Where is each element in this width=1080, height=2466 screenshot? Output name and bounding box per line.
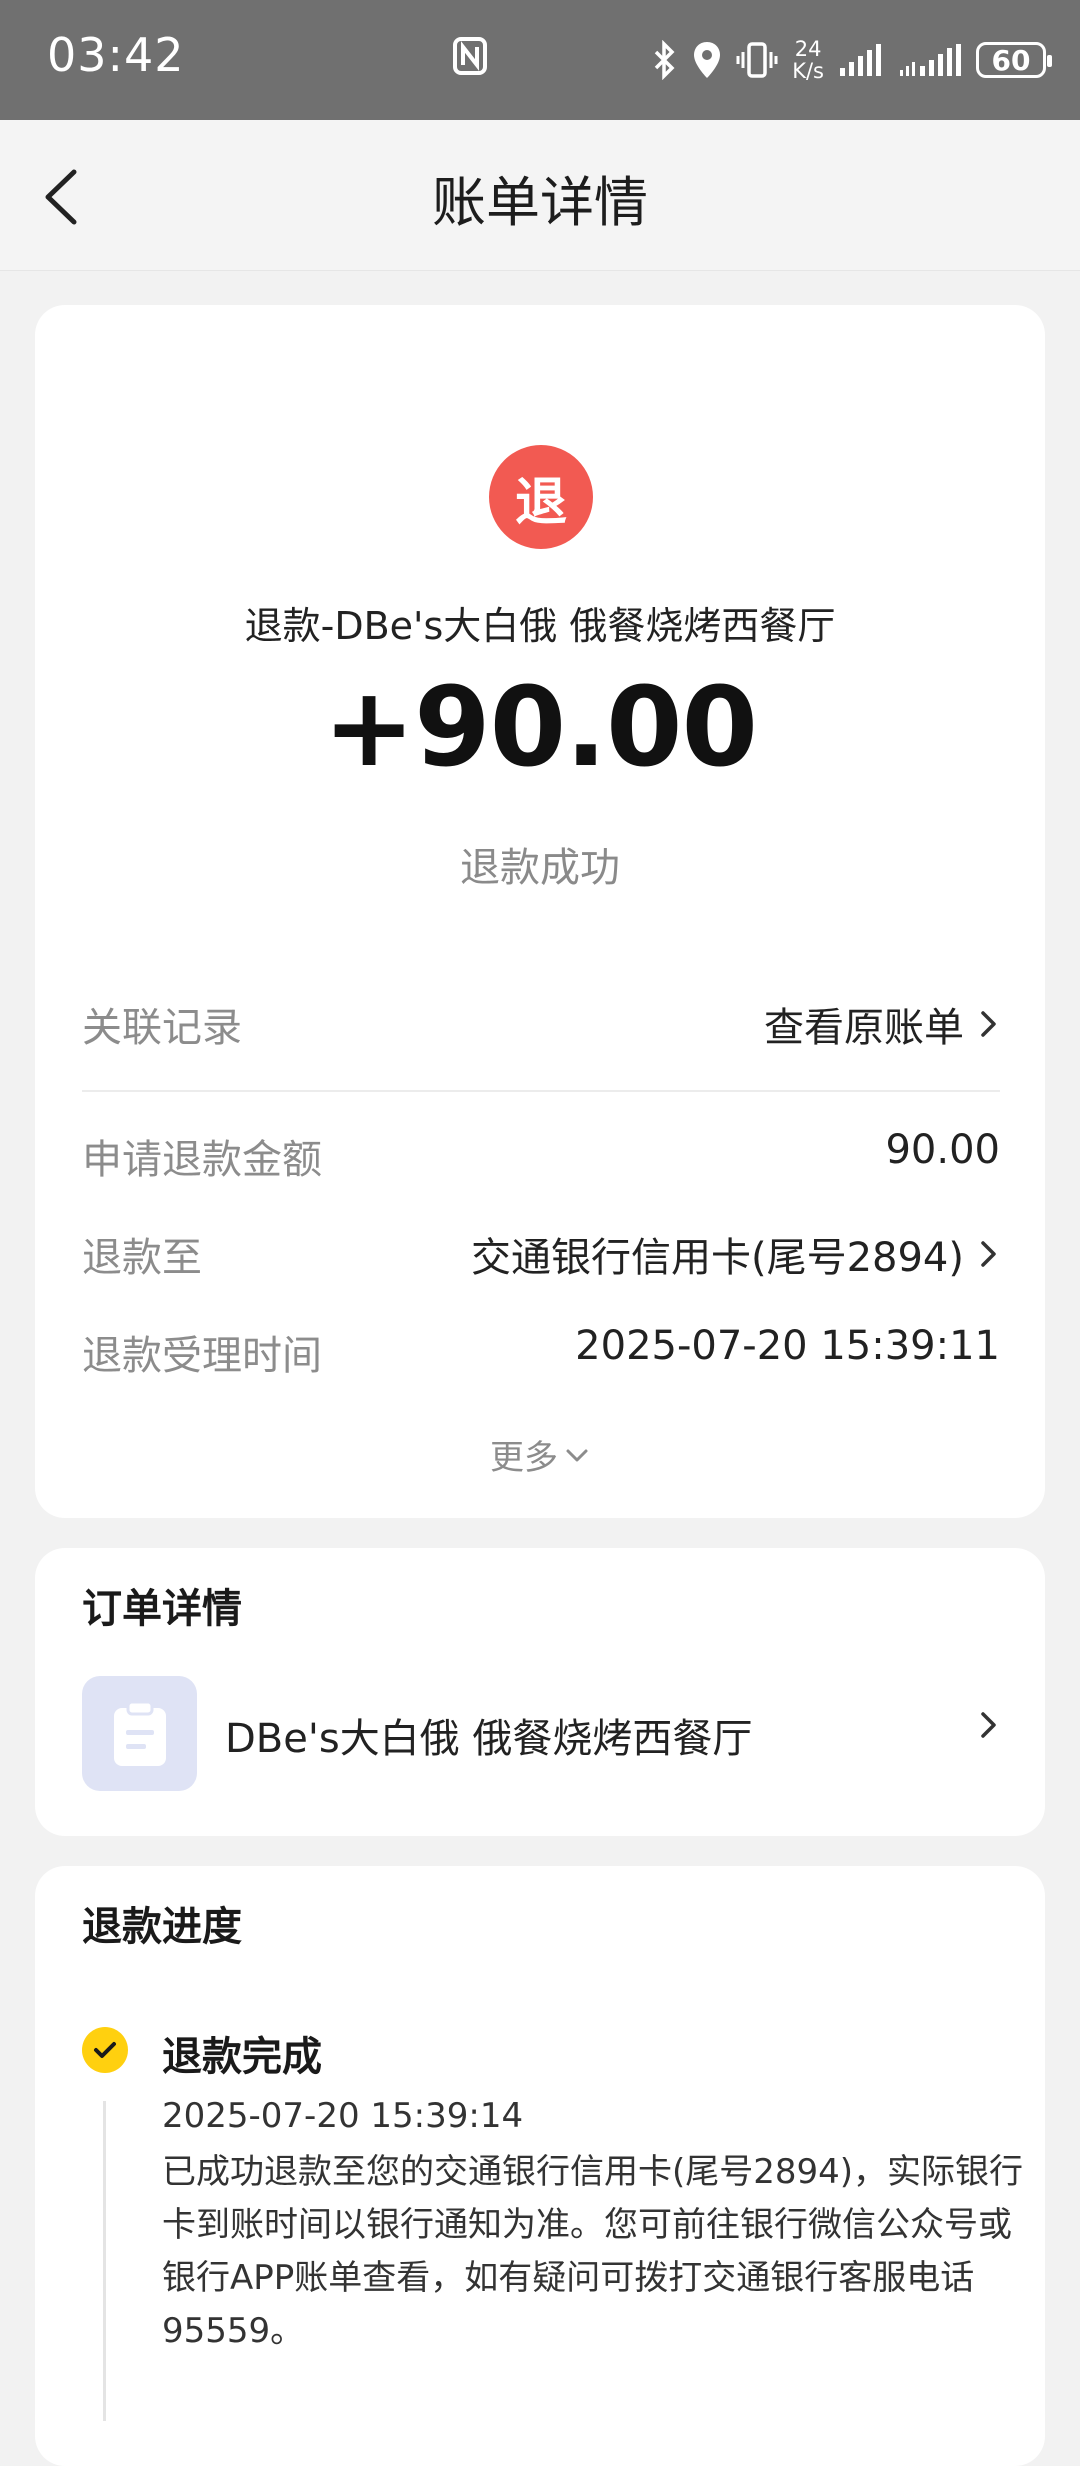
step-description: 已成功退款至您的交通银行信用卡(尾号2894)，实际银行卡到账时间以银行通知为准…	[162, 2152, 1024, 2351]
apply-amount-value: 90.00	[885, 1127, 1000, 1173]
signal-icon	[838, 42, 884, 78]
refund-status: 退款成功	[460, 845, 620, 891]
battery-level: 60	[991, 43, 1031, 77]
status-bar: 03:42 24 K/s 60	[0, 0, 1080, 120]
battery-icon: 60	[976, 42, 1052, 78]
more-button[interactable]: 更多	[35, 1430, 1045, 1479]
view-original-bill-link[interactable]: 查看原账单	[764, 995, 964, 1053]
refund-progress-card: 退款进度 退款完成 2025-07-20 15:39:14 已成功退款至您的交通…	[35, 1866, 1045, 2466]
order-section-title: 订单详情	[82, 1586, 242, 1632]
step-time: 2025-07-20 15:39:14	[162, 2096, 524, 2136]
related-record-label: 关联记录	[82, 1005, 242, 1051]
nfc-icon	[452, 36, 488, 80]
amount: +90.00	[322, 663, 758, 791]
refund-to-row[interactable]: 退款至 交通银行信用卡(尾号2894)	[82, 1225, 1000, 1285]
check-icon	[82, 2027, 128, 2073]
divider	[82, 1090, 1000, 1092]
apply-amount-label: 申请退款金额	[82, 1137, 322, 1183]
accept-time-value: 2025-07-20 15:39:11	[575, 1323, 1000, 1369]
timeline-line	[103, 2101, 106, 2421]
accept-time-row: 退款受理时间 2025-07-20 15:39:11	[82, 1323, 1000, 1383]
merchant-title: 退款-DBe's大白俄 俄餐烧烤西餐厅	[244, 604, 836, 648]
chevron-right-icon	[981, 1712, 996, 1738]
signal-icon-2	[898, 42, 962, 78]
more-label: 更多	[490, 1438, 558, 1478]
bluetooth-icon	[652, 40, 678, 80]
nav-bar: 账单详情	[0, 120, 1080, 271]
chevron-right-icon	[981, 1241, 996, 1267]
progress-section-title: 退款进度	[82, 1904, 242, 1950]
order-detail-card[interactable]: 订单详情 DBe's大白俄 俄餐烧烤西餐厅	[35, 1548, 1045, 1836]
order-merchant-name: DBe's大白俄 俄餐烧烤西餐厅	[225, 1716, 753, 1762]
chevron-right-icon	[981, 1011, 996, 1037]
accept-time-label: 退款受理时间	[82, 1333, 322, 1379]
status-time: 03:42	[47, 28, 185, 82]
chevron-down-icon	[566, 1449, 588, 1461]
location-icon	[692, 40, 722, 80]
clipboard-icon	[82, 1676, 197, 1791]
apply-amount-row: 申请退款金额 90.00	[82, 1127, 1000, 1187]
net-speed-value: 24	[794, 37, 822, 61]
vibrate-icon	[736, 40, 778, 80]
refund-to-label: 退款至	[82, 1235, 202, 1281]
bill-summary-card: 退 退款-DBe's大白俄 俄餐烧烤西餐厅 +90.00 退款成功 关联记录 查…	[35, 305, 1045, 1518]
page-title: 账单详情	[432, 171, 648, 234]
refund-badge-icon: 退	[489, 445, 593, 549]
net-speed: 24 K/s	[792, 38, 824, 82]
step-title: 退款完成	[162, 2034, 322, 2080]
net-speed-unit: K/s	[792, 59, 824, 83]
refund-to-value: 交通银行信用卡(尾号2894)	[470, 1235, 964, 1281]
related-record-row[interactable]: 关联记录 查看原账单	[82, 995, 1000, 1055]
